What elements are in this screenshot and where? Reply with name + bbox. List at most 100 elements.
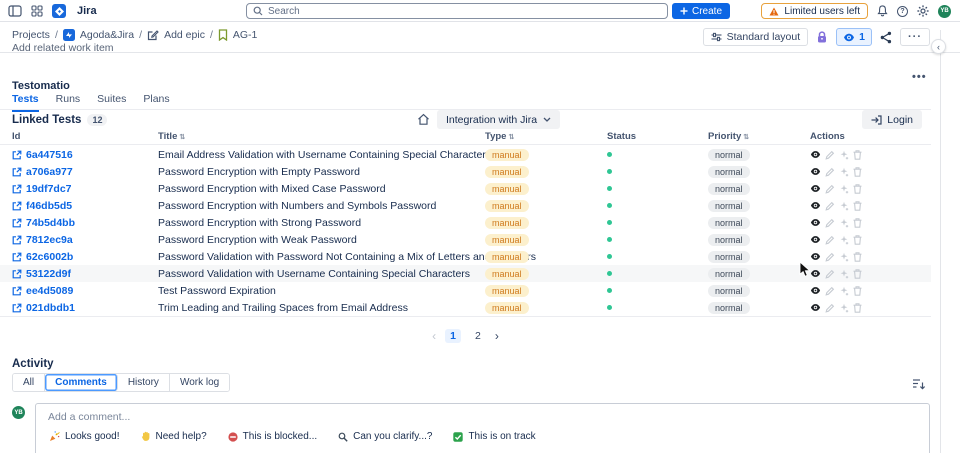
external-link-icon[interactable] — [12, 235, 22, 245]
activity-tab-worklog[interactable]: Work log — [169, 374, 230, 391]
test-id-link[interactable]: f46db5d5 — [26, 200, 72, 212]
delete-trash-icon[interactable] — [853, 302, 862, 313]
quick-reply-need-help[interactable]: Need help? — [141, 431, 207, 442]
view-eye-icon[interactable] — [810, 252, 821, 261]
more-actions-button[interactable]: ··· — [900, 28, 930, 46]
user-avatar[interactable]: YB — [938, 4, 951, 18]
external-link-icon[interactable] — [12, 184, 22, 194]
edit-pencil-icon[interactable] — [825, 286, 835, 296]
external-link-icon[interactable] — [12, 218, 22, 228]
login-button[interactable]: Login — [862, 110, 922, 129]
magic-wand-icon[interactable] — [839, 167, 849, 177]
magic-wand-icon[interactable] — [839, 235, 849, 245]
edit-pencil-icon[interactable] — [825, 218, 835, 228]
share-icon[interactable] — [880, 31, 892, 44]
view-eye-icon[interactable] — [810, 167, 821, 176]
breadcrumb-projects[interactable]: Projects — [12, 29, 50, 41]
integration-dropdown[interactable]: Integration with Jira — [437, 110, 561, 129]
column-type[interactable]: Type ⇅ — [485, 131, 514, 142]
test-id-link[interactable]: ee4d5089 — [26, 285, 73, 297]
table-row[interactable]: 74b5d4bb Password Encryption with Strong… — [0, 214, 931, 231]
breadcrumb-add-epic[interactable]: Add epic — [164, 29, 205, 41]
jira-logo-icon[interactable] — [52, 4, 66, 18]
view-eye-icon[interactable] — [810, 269, 821, 278]
edit-pencil-icon[interactable] — [825, 235, 835, 245]
column-priority[interactable]: Priority ⇅ — [708, 131, 749, 142]
table-row[interactable]: 7812ec9a Password Encryption with Weak P… — [0, 231, 931, 248]
lock-icon[interactable] — [816, 30, 828, 44]
external-link-icon[interactable] — [12, 150, 22, 160]
view-eye-icon[interactable] — [810, 235, 821, 244]
limited-users-button[interactable]: Limited users left — [761, 3, 868, 19]
view-eye-icon[interactable] — [810, 286, 821, 295]
comment-box[interactable]: Add a comment... Looks good! Need help? … — [35, 403, 930, 453]
external-link-icon[interactable] — [12, 201, 22, 211]
test-id-link[interactable]: 53122d9f — [26, 268, 71, 280]
view-eye-icon[interactable] — [810, 201, 821, 210]
magic-wand-icon[interactable] — [839, 252, 849, 262]
test-id-link[interactable]: 74b5d4bb — [26, 217, 75, 229]
settings-gear-icon[interactable] — [917, 5, 929, 17]
activity-tab-all[interactable]: All — [13, 374, 46, 391]
view-eye-icon[interactable] — [810, 150, 821, 159]
column-id[interactable]: Id — [12, 131, 20, 142]
table-row[interactable]: 19df7dc7 Password Encryption with Mixed … — [0, 180, 931, 197]
delete-trash-icon[interactable] — [853, 217, 862, 228]
delete-trash-icon[interactable] — [853, 200, 862, 211]
add-related-work-item[interactable]: Add related work item — [12, 42, 114, 54]
delete-trash-icon[interactable] — [853, 251, 862, 262]
magic-wand-icon[interactable] — [839, 184, 849, 194]
table-row[interactable]: f46db5d5 Password Encryption with Number… — [0, 197, 931, 214]
page-1-button[interactable]: 1 — [445, 329, 461, 343]
view-eye-icon[interactable] — [810, 218, 821, 227]
quick-reply-looks-good[interactable]: Looks good! — [49, 431, 120, 442]
external-link-icon[interactable] — [12, 303, 22, 313]
breadcrumb-project[interactable]: Agoda&Jira — [80, 29, 134, 41]
delete-trash-icon[interactable] — [853, 285, 862, 296]
search-input[interactable]: Search — [246, 3, 668, 19]
edit-pencil-icon[interactable] — [825, 150, 835, 160]
external-link-icon[interactable] — [12, 286, 22, 296]
table-row[interactable]: a706a977 Password Encryption with Empty … — [0, 163, 931, 180]
magic-wand-icon[interactable] — [839, 269, 849, 279]
test-id-link[interactable]: 7812ec9a — [26, 234, 73, 246]
activity-tab-history[interactable]: History — [117, 374, 170, 391]
create-button[interactable]: Create — [672, 3, 731, 19]
table-row[interactable]: ee4d5089 Test Password Expiration manual… — [0, 282, 931, 299]
collapse-panel-button[interactable]: ‹ — [931, 39, 946, 54]
external-link-icon[interactable] — [12, 252, 22, 262]
table-row[interactable]: 6a447516 Email Address Validation with U… — [0, 146, 931, 163]
delete-trash-icon[interactable] — [853, 166, 862, 177]
panel-more-button[interactable]: ••• — [912, 71, 927, 83]
delete-trash-icon[interactable] — [853, 268, 862, 279]
view-eye-icon[interactable] — [810, 184, 821, 193]
quick-reply-blocked[interactable]: This is blocked... — [228, 431, 317, 442]
edit-pencil-icon[interactable] — [825, 184, 835, 194]
magic-wand-icon[interactable] — [839, 303, 849, 313]
magic-wand-icon[interactable] — [839, 150, 849, 160]
magic-wand-icon[interactable] — [839, 286, 849, 296]
sidebar-toggle-icon[interactable] — [8, 5, 22, 17]
quick-reply-clarify[interactable]: Can you clarify...? — [338, 431, 432, 442]
quick-reply-on-track[interactable]: This is on track — [453, 431, 536, 442]
table-row[interactable]: 53122d9f Password Validation with Userna… — [0, 265, 931, 282]
table-row[interactable]: 62c6002b Password Validation with Passwo… — [0, 248, 931, 265]
edit-pencil-icon[interactable] — [825, 303, 835, 313]
breadcrumb-issue-key[interactable]: AG-1 — [233, 29, 258, 41]
test-id-link[interactable]: 62c6002b — [26, 251, 73, 263]
test-id-link[interactable]: 19df7dc7 — [26, 183, 72, 195]
edit-pencil-icon[interactable] — [825, 167, 835, 177]
external-link-icon[interactable] — [12, 269, 22, 279]
activity-tab-comments[interactable]: Comments — [45, 374, 118, 391]
delete-trash-icon[interactable] — [853, 234, 862, 245]
page-2-button[interactable]: 2 — [470, 329, 486, 343]
magic-wand-icon[interactable] — [839, 218, 849, 228]
newest-first-sort-icon[interactable] — [912, 377, 926, 395]
column-title[interactable]: Title ⇅ — [158, 131, 185, 142]
external-link-icon[interactable] — [12, 167, 22, 177]
table-row[interactable]: 021dbdb1 Trim Leading and Trailing Space… — [0, 299, 931, 316]
edit-pencil-icon[interactable] — [825, 269, 835, 279]
test-id-link[interactable]: 6a447516 — [26, 149, 73, 161]
edit-pencil-icon[interactable] — [825, 201, 835, 211]
delete-trash-icon[interactable] — [853, 149, 862, 160]
